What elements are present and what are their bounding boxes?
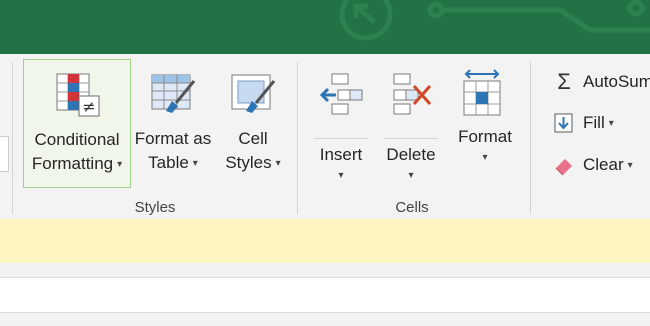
group-separator (12, 62, 13, 214)
group-separator (297, 62, 298, 214)
clear-label: Clear (583, 155, 624, 174)
conditional-formatting-icon: ≠ (55, 72, 103, 125)
chevron-down-icon: ▾ (408, 170, 414, 181)
title-bar-pattern (339, 0, 650, 41)
conditional-formatting-label-line2-wrap: Formatting ▾ (24, 152, 130, 179)
insert-cells-button[interactable]: Insert ▾ (310, 66, 372, 191)
conditional-formatting-label-line2: Formatting (31, 154, 114, 173)
cell-styles-icon (230, 73, 278, 124)
worksheet-area[interactable] (0, 278, 650, 312)
group-separator (530, 62, 531, 214)
chevron-down-icon: ▾ (275, 158, 281, 169)
fill-label: Fill (583, 113, 605, 132)
fill-label-wrap: Fill ▾ (583, 112, 614, 137)
title-bar (0, 0, 650, 54)
delete-cells-button[interactable]: Delete ▾ (380, 66, 442, 191)
chevron-down-icon: ▾ (338, 170, 344, 181)
split-button-divider (314, 138, 368, 139)
clear-label-wrap: Clear ▾ (583, 154, 633, 179)
conditional-formatting-button[interactable]: ≠ Conditional Formatting ▾ (23, 59, 131, 188)
cell-styles-button[interactable]: Cell Styles ▾ (218, 59, 288, 188)
format-as-table-icon (150, 73, 198, 124)
conditional-formatting-label-line1: Conditional (34, 130, 120, 149)
chevron-down-icon: ▾ (117, 159, 123, 170)
delete-cells-icon (390, 72, 438, 121)
insert-cells-icon (318, 72, 366, 121)
format-cells-icon (462, 68, 508, 123)
chevron-down-icon: ▾ (482, 152, 488, 163)
split-button-divider (384, 138, 438, 139)
column-header-strip (0, 263, 650, 278)
format-as-table-label-line1: Format as (134, 129, 212, 148)
sheet-bottom-bar (0, 312, 650, 326)
cell-styles-label-line2-wrap: Styles ▾ (218, 151, 288, 178)
cell-styles-label-line1: Cell (238, 129, 268, 148)
formula-bar-area[interactable] (0, 219, 650, 264)
format-as-table-button[interactable]: Format as Table ▾ (133, 59, 213, 188)
delete-label: Delete (386, 145, 436, 164)
format-cells-button[interactable]: Format ▾ (452, 66, 518, 191)
format-label: Format (458, 127, 512, 146)
svg-text:≠: ≠ (82, 97, 95, 116)
sigma-icon: Σ (557, 69, 571, 94)
format-as-table-label-line2: Table (148, 153, 189, 172)
ribbon-left-overflow (0, 136, 9, 172)
insert-label: Insert (319, 145, 363, 164)
format-as-table-label-line2-wrap: Table ▾ (133, 151, 213, 178)
cells-group-label: Cells (395, 199, 429, 216)
ribbon: ≠ Conditional Formatting ▾ Format as Tabl… (0, 54, 650, 220)
styles-group-label: Styles (134, 199, 176, 216)
eraser-icon (553, 154, 575, 176)
chevron-down-icon: ▾ (627, 160, 633, 171)
chevron-down-icon: ▾ (192, 158, 198, 169)
cell-styles-label-line2: Styles (225, 153, 272, 172)
chevron-down-icon: ▾ (608, 118, 614, 129)
fill-down-icon (553, 112, 575, 134)
autosum-label: AutoSum (583, 72, 650, 91)
